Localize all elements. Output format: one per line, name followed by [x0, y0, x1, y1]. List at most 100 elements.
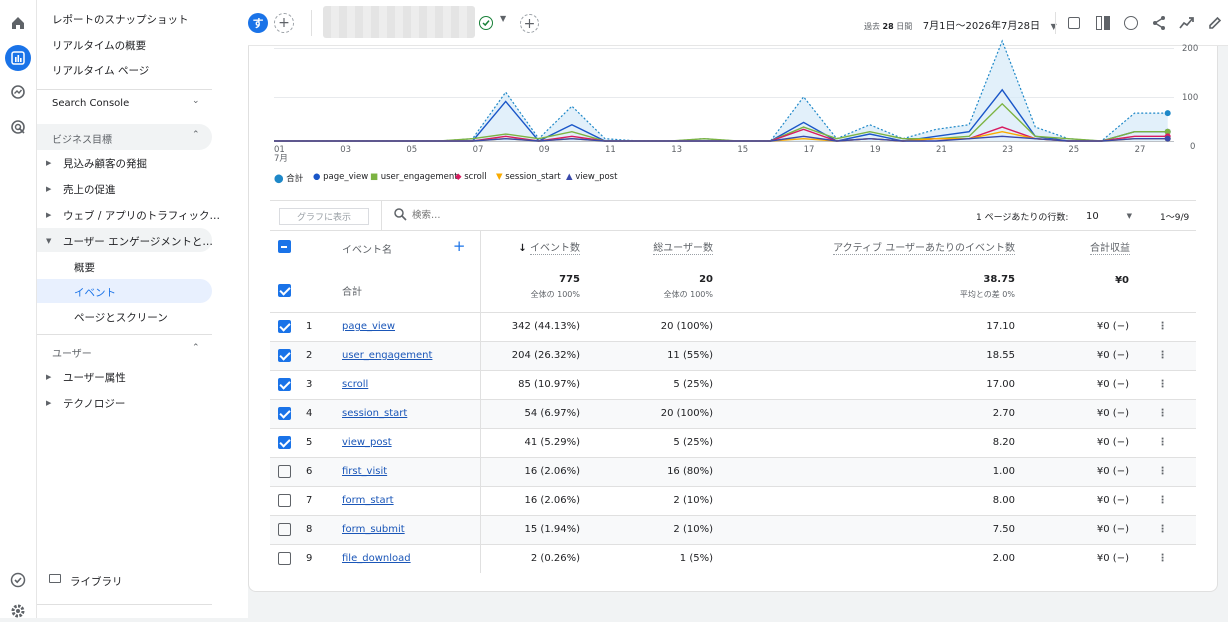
select-all-checkbox[interactable]	[278, 240, 291, 253]
row-more-icon[interactable]: ⋮	[1129, 543, 1196, 573]
table-row: 7 form_start 16 (2.06%) 2 (10%) 8.00 ¥0 (−) ⋮	[270, 485, 1196, 515]
series-end-point-0	[1164, 110, 1171, 117]
divider	[381, 201, 382, 230]
table-row: 9 file_download 2 (0.26%) 1 (5%) 2.00 ¥0 (−) ⋮	[270, 543, 1196, 573]
table-row: 4 session_start 54 (6.97%) 20 (100%) 2.70 ¥0 …	[270, 398, 1196, 428]
row-revenue: ¥0 (−)	[1023, 427, 1129, 457]
legend-label: scroll	[464, 172, 487, 182]
settings-icon[interactable]	[7, 600, 29, 622]
row-event-name-cell: first_visit	[342, 456, 481, 486]
event-name-link[interactable]: session_start	[342, 408, 407, 419]
y-tick-label: 0	[1190, 142, 1196, 152]
nav-item-sales[interactable]: 売上の促進	[63, 182, 116, 197]
legend-item-session-start[interactable]: ▼ session_start	[496, 172, 561, 182]
x-tick-label: 23	[1002, 145, 1014, 155]
row-checkbox[interactable]	[278, 407, 291, 420]
caret-right-icon: ▶	[46, 185, 52, 193]
y-tick-label: 200	[1182, 44, 1199, 54]
row-more-icon[interactable]: ⋮	[1129, 340, 1196, 370]
row-events-per-user: 7.50	[721, 514, 1023, 544]
nav-sub-events[interactable]: イベント	[74, 285, 116, 300]
row-checkbox[interactable]	[278, 552, 291, 566]
pagination-range: 1〜9/9	[1160, 213, 1190, 223]
legend-marker-icon: ◆	[455, 172, 462, 182]
row-checkbox[interactable]	[278, 523, 291, 536]
totals-event-count: 775 全体の 100%	[480, 262, 588, 312]
totals-checkbox[interactable]	[278, 284, 291, 298]
add-dimension-icon[interactable]: +	[453, 237, 466, 255]
row-event-name-cell: view_post	[342, 427, 481, 457]
nav-item-traffic[interactable]: ウェブ / アプリのトラフィック…	[63, 208, 220, 223]
row-checkbox[interactable]	[278, 494, 291, 507]
totals-checkbox-cell	[270, 262, 300, 312]
row-checkbox[interactable]	[278, 378, 291, 391]
nav-item-technology[interactable]: テクノロジー	[63, 396, 125, 411]
chevron-up-icon: ⌃	[192, 343, 200, 353]
row-event-name-cell: file_download	[342, 543, 481, 573]
rows-per-page-value: 10	[1086, 210, 1099, 222]
nav-sub-overview[interactable]: 概要	[74, 260, 95, 275]
event-name-link[interactable]: view_post	[342, 437, 392, 448]
table-row: 2 user_engagement 204 (26.32%) 11 (55%) 18.5…	[270, 340, 1196, 370]
legend-item-total[interactable]: ⬤ 合計	[274, 172, 303, 184]
event-count-header[interactable]: ↓ イベント数	[480, 231, 588, 262]
row-checkbox[interactable]	[278, 320, 291, 333]
revenue-header[interactable]: 合計収益	[1023, 231, 1196, 262]
event-count-header-label: イベント数	[530, 243, 580, 255]
series-end-point-5	[1164, 135, 1171, 142]
row-more-icon[interactable]: ⋮	[1129, 514, 1196, 544]
row-index: 7	[300, 485, 342, 515]
row-checkbox-cell	[270, 456, 300, 486]
event-name-link[interactable]: first_visit	[342, 466, 387, 477]
legend-item-page-view[interactable]: ● page_view	[313, 172, 368, 182]
event-name-link[interactable]: form_start	[342, 495, 394, 506]
row-index: 6	[300, 456, 342, 486]
legend-marker-icon: ■	[370, 172, 379, 182]
row-more-icon[interactable]: ⋮	[1129, 369, 1196, 399]
x-tick-label: 17	[803, 145, 815, 155]
event-name-link[interactable]: user_engagement	[342, 350, 432, 361]
row-more-icon[interactable]: ⋮	[1129, 398, 1196, 428]
legend-label: session_start	[505, 172, 561, 182]
legend-item-scroll[interactable]: ◆ scroll	[455, 172, 487, 182]
events-per-user-header-label: アクティブ ユーザーあたりのイベント数	[833, 243, 1015, 255]
row-checkbox[interactable]	[278, 349, 291, 362]
series-line-1	[274, 88, 1168, 142]
plot-rows-button[interactable]: グラフに表示	[279, 208, 369, 225]
row-events-per-user: 8.20	[721, 427, 1023, 457]
x-tick-label: 13	[671, 145, 683, 155]
table-search-input[interactable]	[412, 207, 592, 223]
event-name-link[interactable]: file_download	[342, 553, 411, 564]
row-index: 2	[300, 340, 342, 370]
folder-icon	[49, 574, 61, 583]
row-total-users: 20 (100%)	[588, 398, 721, 428]
users-section[interactable]: ユーザー ⌃	[37, 334, 212, 360]
row-more-icon[interactable]: ⋮	[1129, 456, 1196, 486]
row-more-icon[interactable]: ⋮	[1129, 311, 1196, 341]
legend-item-user-engagement[interactable]: ■ user_engagement	[370, 172, 458, 182]
row-more-icon[interactable]: ⋮	[1129, 427, 1196, 457]
legend-item-view-post[interactable]: ▲ view_post	[566, 172, 617, 182]
nav-item-engagement[interactable]: ユーザー エンゲージメントと…	[63, 234, 213, 249]
event-name-link[interactable]: scroll	[342, 379, 368, 390]
rows-per-page-select[interactable]: 10 ▼	[1086, 207, 1132, 225]
row-event-count: 16 (2.06%)	[480, 485, 588, 515]
event-name-link[interactable]: form_submit	[342, 524, 405, 535]
events-per-user-header[interactable]: アクティブ ユーザーあたりのイベント数	[721, 231, 1023, 262]
row-index: 1	[300, 311, 342, 341]
row-checkbox[interactable]	[278, 436, 291, 449]
row-more-icon[interactable]: ⋮	[1129, 485, 1196, 515]
legend-label: view_post	[575, 172, 618, 182]
caret-right-icon: ▶	[46, 159, 52, 167]
row-checkbox[interactable]	[278, 465, 291, 478]
total-users-header[interactable]: 総ユーザー数	[588, 231, 721, 262]
nav-item-library[interactable]: ライブラリ	[70, 574, 123, 589]
events-table: イベント名 + ↓ イベント数 総ユーザー数 アクティブ ユーザーあたりのイベン…	[270, 231, 1196, 573]
nav-sub-pages-screens[interactable]: ページとスクリーン	[74, 310, 168, 325]
row-total-users: 2 (10%)	[588, 514, 721, 544]
x-tick-label: 19	[869, 145, 881, 155]
row-event-count: 2 (0.26%)	[480, 543, 588, 573]
nav-item-demographics[interactable]: ユーザー属性	[63, 370, 126, 385]
checklist-icon[interactable]	[7, 569, 29, 591]
event-name-link[interactable]: page_view	[342, 321, 395, 332]
